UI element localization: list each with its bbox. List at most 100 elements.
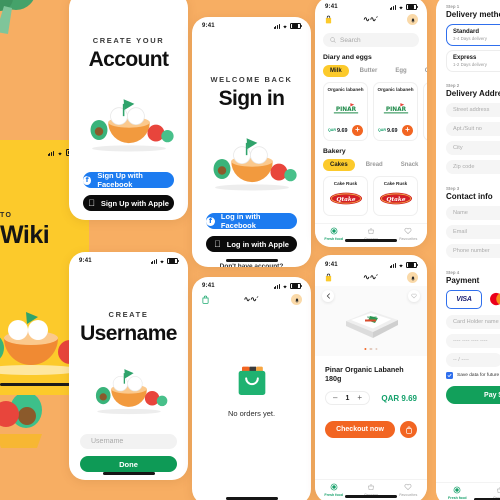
product-price: QAR 9.69 [381, 393, 417, 403]
step4-title: Payment [446, 276, 480, 285]
favourite-button[interactable] [408, 290, 420, 302]
mastercard-card-option[interactable] [488, 290, 500, 307]
heart-icon [411, 293, 417, 299]
chip-milk[interactable]: Milk [323, 65, 349, 77]
card-holder-field[interactable]: Card Holder name [446, 315, 500, 329]
chip-bread[interactable]: Bread [358, 159, 390, 171]
add-to-cart-button[interactable] [400, 421, 417, 438]
card-expiry-field[interactable]: -- / ---- [446, 353, 500, 367]
empty-orders-message: No orders yet. [227, 409, 276, 418]
login-apple-button[interactable]:  Log in with Apple [206, 236, 297, 252]
apple-icon:  [214, 239, 221, 249]
visa-label: VISA [456, 296, 472, 303]
product-card[interactable]: Cake Rusk Qtake [373, 176, 418, 216]
street-address-field[interactable]: Street address [446, 103, 500, 117]
chip-cakes[interactable]: Cakes [323, 159, 355, 171]
wifi-icon [283, 286, 287, 289]
mastercard-icon [490, 292, 500, 305]
search-icon [330, 37, 336, 43]
app-header: ∿∿′ [192, 291, 311, 308]
field-placeholder: Card Holder name [453, 319, 499, 325]
shopping-bag-icon[interactable] [201, 295, 210, 304]
food-bowl-illustration [213, 138, 297, 191]
checkout-now-button[interactable]: Checkout now [325, 421, 395, 438]
apt-suite-field[interactable]: Apt./Suit no [446, 122, 500, 136]
delivery-option-express[interactable]: Express 1-2 Days delivery [446, 50, 500, 72]
notifications-button[interactable] [407, 14, 418, 25]
sign-in-title: Sign in [218, 87, 285, 110]
tab-label: Fresh food [448, 495, 467, 500]
email-field[interactable]: Email [446, 225, 500, 239]
save-payment-checkbox[interactable] [446, 372, 453, 379]
dont-have-account-link[interactable]: Don't have account? [220, 263, 284, 267]
login-facebook-button[interactable]: f Log in with Facebook [206, 212, 297, 230]
chip-butter[interactable]: Butter [352, 65, 385, 77]
chip-egg[interactable]: Egg [388, 65, 414, 77]
chip-snack[interactable]: Snack [393, 159, 426, 171]
signal-icon [389, 5, 396, 11]
signup-facebook-button[interactable]: f Sign Up with Facebook [83, 171, 174, 189]
create-account-screen: CREATE YOUR Account f Sign Up with Faceb… [69, 0, 188, 220]
status-time: 9:41 [202, 23, 215, 29]
broccoli-decoration-icon [0, 0, 34, 34]
status-bar: 9:41 [192, 277, 311, 291]
status-time: 9:41 [325, 4, 338, 10]
shopping-bag-icon[interactable] [324, 273, 333, 282]
carousel-dots[interactable] [364, 347, 378, 350]
create-username-screen: 9:41 CREATE Username Username Done [69, 252, 188, 480]
done-button[interactable]: Done [80, 456, 177, 472]
product-name: Cake Rusk [383, 181, 408, 186]
tab-label: Favourites [399, 492, 418, 497]
step1-label: Step 1 [446, 4, 460, 9]
step4-label: Step 4 [446, 270, 460, 275]
chip-cheese[interactable]: Cheese [417, 65, 427, 77]
signup-apple-label: Sign Up with Apple [97, 198, 169, 208]
tab-fresh-food[interactable]: Fresh food [436, 486, 478, 500]
shopping-bag-icon[interactable] [324, 15, 333, 24]
step3-title: Contact info [446, 192, 493, 201]
step1-title: Delivery method [446, 10, 500, 19]
step2-title: Delivery Address [446, 89, 500, 98]
field-placeholder: Zip code [453, 164, 475, 170]
delivery-option-name: Express [453, 55, 477, 61]
add-to-cart-button[interactable]: + [402, 125, 413, 136]
field-placeholder: Name [453, 210, 468, 216]
product-card[interactable]: Cake Rusk Qtake [323, 176, 368, 216]
decrement-button[interactable]: – [333, 394, 337, 402]
app-header: ∿∿′ [315, 11, 427, 28]
bottom-tab-bar: Fresh food Grocery Favourites [315, 223, 427, 247]
battery-icon [290, 282, 302, 290]
battery-icon [167, 257, 179, 265]
checkout-label: Checkout now [336, 426, 384, 433]
delivery-option-standard[interactable]: Standard 3-4 Days delivery [446, 24, 500, 46]
create-account-kicker: CREATE YOUR [92, 36, 165, 45]
city-field[interactable]: City [446, 141, 500, 155]
product-card[interactable]: Organic labaneh PINAR QAR9.69 + [373, 82, 418, 141]
signal-icon [389, 263, 396, 269]
sign-in-kicker: WELCOME BACK [210, 75, 293, 84]
search-input[interactable]: Search [323, 33, 419, 47]
increment-button[interactable]: + [357, 394, 362, 402]
zip-code-field[interactable]: Zip code [446, 160, 500, 174]
home-indicator [345, 239, 397, 242]
username-input[interactable]: Username [80, 434, 177, 449]
phone-number-field[interactable]: Phone number [446, 244, 500, 258]
save-payment-data-row[interactable]: Save data for future payment [446, 372, 500, 379]
signup-apple-button[interactable]:  Sign Up with Apple [83, 195, 174, 211]
status-bar: 9:41 [315, 0, 427, 11]
product-card[interactable]: O PINAR QAR [423, 82, 427, 141]
product-name: Cake Rusk [333, 181, 358, 186]
add-to-cart-button[interactable]: + [352, 125, 363, 136]
back-button[interactable] [322, 290, 334, 302]
pay-button[interactable]: Pay $9.69 [446, 386, 500, 404]
notifications-button[interactable] [291, 294, 302, 305]
quantity-stepper[interactable]: – 1 + [325, 391, 371, 405]
category-chips-dairy: Milk Butter Egg Cheese [315, 65, 427, 77]
visa-card-option[interactable]: VISA [446, 290, 482, 309]
empty-bag-illustration [238, 366, 265, 395]
card-number-field[interactable]: ---- ---- ---- ---- [446, 334, 500, 348]
product-card[interactable]: Organic labaneh PINAR QAR9.69 + [323, 82, 368, 141]
notifications-button[interactable] [407, 272, 418, 283]
name-field[interactable]: Name [446, 206, 500, 220]
pinar-brand-logo: PINAR [331, 103, 360, 114]
